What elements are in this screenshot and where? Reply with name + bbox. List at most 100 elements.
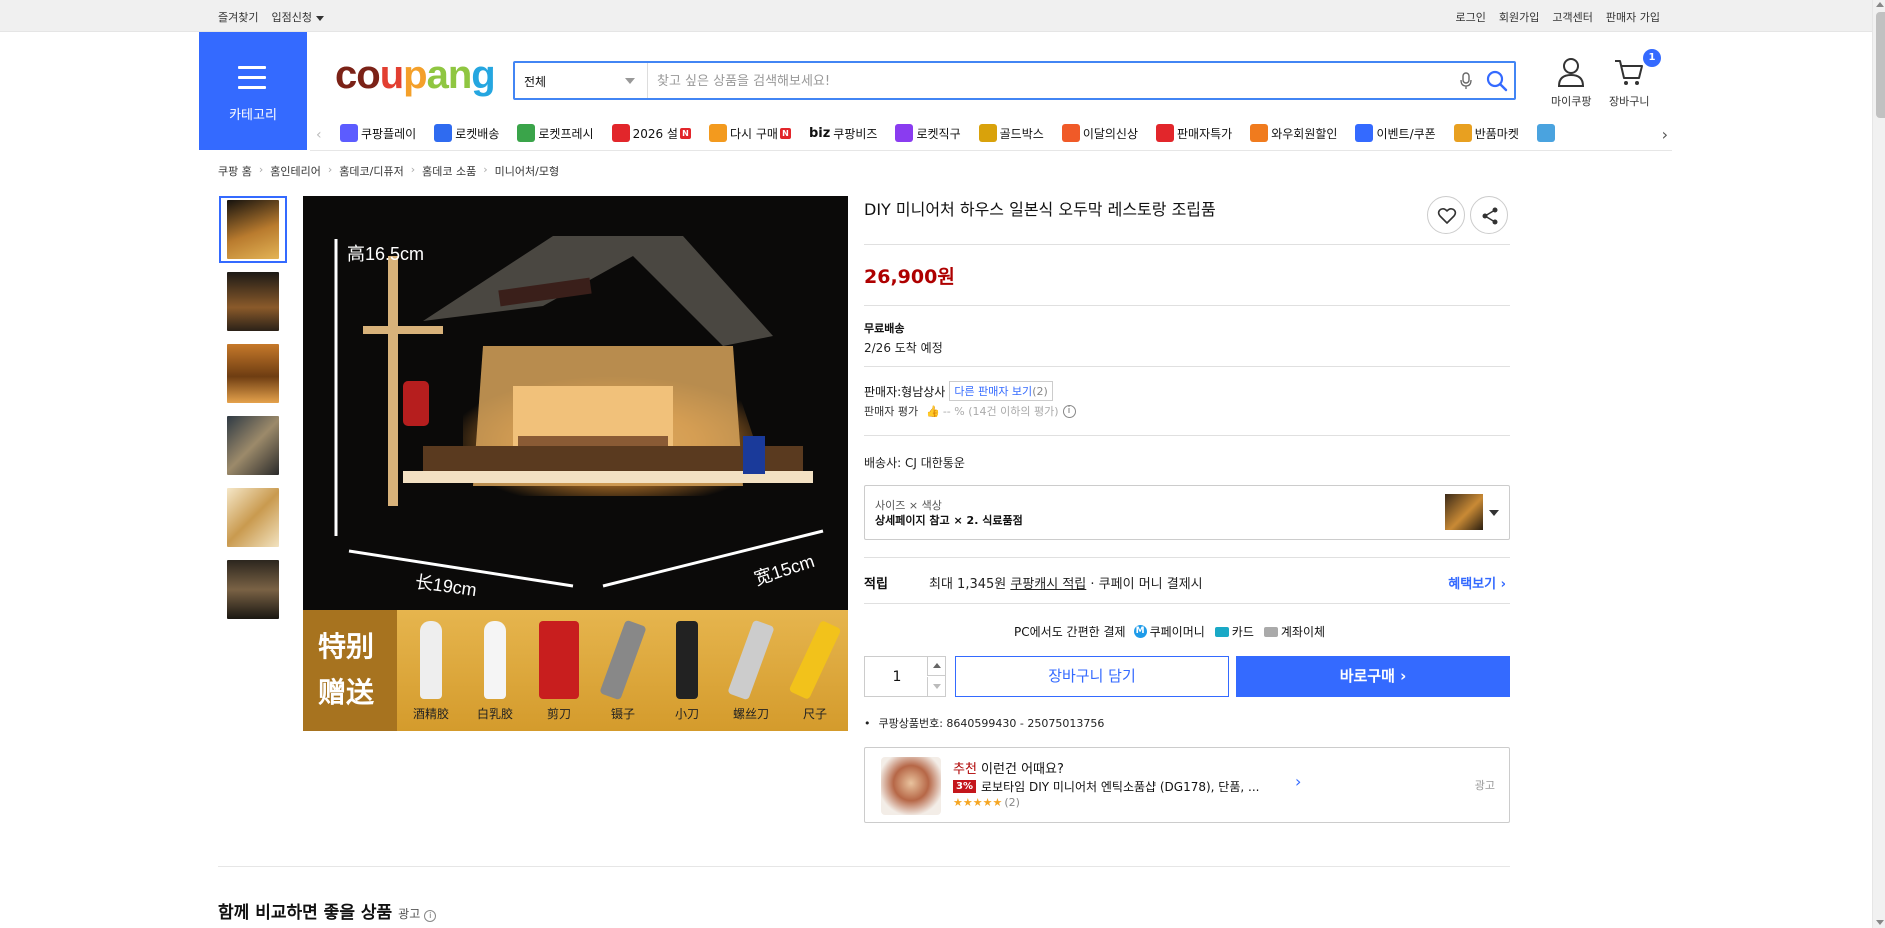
nav-item-label: 로켓프레시 <box>538 126 594 141</box>
breadcrumb-item[interactable]: 홈인테리어 <box>270 163 321 179</box>
signup-link[interactable]: 회원가입 <box>1499 9 1539 25</box>
info-icon[interactable]: i <box>1062 404 1076 418</box>
tool-image <box>539 621 579 699</box>
heart-icon <box>1437 207 1457 224</box>
nav-item[interactable]: 이달의신상 <box>1061 124 1138 142</box>
nav-item[interactable]: 다시 구매 N <box>708 124 791 142</box>
review-count: (2) <box>1004 796 1020 809</box>
nav-item[interactable]: 골드박스 <box>978 124 1044 142</box>
cart-count-badge: 1 <box>1643 49 1661 67</box>
search-input[interactable] <box>657 70 1437 92</box>
nav-item[interactable]: 이벤트/쿠폰 <box>1355 124 1436 142</box>
vertical-scrollbar[interactable] <box>1872 0 1885 928</box>
tool-label: 剪刀 <box>546 707 571 721</box>
reward-amount: 최대 1,345원 <box>929 577 1007 592</box>
seller-signup-link[interactable]: 판매자 가입 <box>1606 9 1660 25</box>
utility-right: 로그인 회원가입 고객센터 판매자 가입 <box>1456 9 1660 25</box>
search-bar: 전체 <box>513 61 1516 100</box>
chevron-right-icon[interactable]: › <box>1295 772 1301 791</box>
nav-item[interactable]: 쿠팡플레이 <box>340 124 416 142</box>
thumbnail-4[interactable] <box>219 412 287 479</box>
microphone-icon[interactable] <box>1460 72 1472 90</box>
coupon-icon <box>1355 124 1374 142</box>
seller-rating-label: 판매자 평가 <box>864 405 919 418</box>
mycoupang-button[interactable]: 마이쿠팡 <box>1551 56 1591 109</box>
quantity-decrease-button[interactable] <box>927 677 945 696</box>
benefits-link[interactable]: 혜택보기 › <box>1448 573 1506 592</box>
buy-now-button[interactable]: 바로구매 › <box>1236 656 1510 697</box>
nav-item[interactable]: 판매자특가 <box>1156 124 1232 142</box>
wishlist-button[interactable] <box>1427 196 1465 234</box>
rocket-fresh-icon <box>517 124 536 142</box>
chevron-right-icon: › <box>258 163 264 176</box>
option-select[interactable]: 사이즈 × 색상 상세페이지 참고 × 2. 식료품점 <box>864 485 1510 540</box>
nav-item[interactable]: 로켓배송 <box>434 124 499 142</box>
category-menu-button[interactable]: 카테고리 <box>199 32 307 150</box>
search-icon[interactable] <box>1485 69 1509 93</box>
thumbnail-list <box>219 196 287 628</box>
special-label: 特别 <box>318 630 375 663</box>
nav-item[interactable]: 로켓직구 <box>895 124 961 142</box>
recommendation-card[interactable]: 추천 이런건 어때요? 3% 로보타임 DIY 미니어처 엔틱소품샵 (DG17… <box>864 747 1510 823</box>
seller-name-link[interactable]: 형남상사 <box>901 383 945 400</box>
nav-next-icon[interactable]: › <box>1662 125 1668 144</box>
breadcrumb-item[interactable]: 쿠팡 홈 <box>218 163 252 179</box>
thumbnail-5[interactable] <box>219 484 287 551</box>
cart-button[interactable]: 장바구니 <box>1609 56 1649 109</box>
breadcrumb-item[interactable]: 미니어처/모형 <box>495 163 559 179</box>
tool-item: 剪刀 <box>531 621 587 722</box>
nav-prev-icon[interactable]: ‹ <box>316 127 322 143</box>
tool-item: 白乳胶 <box>467 621 523 722</box>
nav-item[interactable]: 반품마켓 <box>1453 124 1519 142</box>
nav-item-label: 로켓배송 <box>455 126 500 141</box>
share-button[interactable] <box>1470 196 1508 234</box>
logo-letter: a <box>426 53 449 97</box>
thumbnail-3[interactable] <box>219 340 287 407</box>
quantity-input[interactable] <box>866 658 928 695</box>
scrollbar-thumb[interactable] <box>1876 12 1885 118</box>
nav-item-label: 쿠팡플레이 <box>361 126 417 141</box>
nav-item[interactable]: 로켓프레시 <box>517 124 594 142</box>
customer-center-link[interactable]: 고객센터 <box>1552 9 1592 25</box>
coupang-cash-link[interactable]: 쿠팡캐시 적립 <box>1010 577 1086 592</box>
main-product-image[interactable]: 高16.5cm 长19cm 宽15cm 特别 赠送 酒精胶 白乳胶 剪刀 镊子 小刀 螺丝刀… <box>303 196 848 731</box>
add-to-cart-button[interactable]: 장바구니 담기 <box>955 656 1229 697</box>
thumbnail-1[interactable] <box>219 196 287 263</box>
utility-bar: 즐겨찾기 입점신청 로그인 회원가입 고객센터 판매자 가입 <box>0 0 1872 32</box>
scroll-up-arrow-icon[interactable] <box>1876 2 1884 7</box>
info-icon[interactable]: i <box>424 910 437 922</box>
scroll-down-arrow-icon[interactable] <box>1876 920 1884 925</box>
nav-item[interactable]: 2026 설N <box>611 124 691 142</box>
carrier-info: 배송사: CJ 대한통운 <box>864 456 965 470</box>
tool-item: 酒精胶 <box>403 621 459 722</box>
nav-item[interactable]: biz 쿠팡비즈 <box>809 124 878 142</box>
seller-prefix: 판매자: <box>864 384 902 399</box>
nav-item[interactable]: 와우회원할인 <box>1250 124 1337 142</box>
repurchase-icon <box>708 124 727 142</box>
ad-label: 광고 <box>1474 779 1495 792</box>
thumbnail-6[interactable] <box>219 556 287 623</box>
cart-icon <box>1615 60 1644 85</box>
nav-item[interactable] <box>1536 124 1558 142</box>
quantity-stepper <box>864 656 946 697</box>
quantity-increase-button[interactable] <box>927 657 945 676</box>
seller-apply-link[interactable]: 입점신청 <box>271 9 324 25</box>
more-icon <box>1536 124 1555 142</box>
logo-letter: n <box>447 53 472 97</box>
coupang-logo[interactable]: coupang <box>335 53 496 97</box>
bookmark-link[interactable]: 즐겨찾기 <box>218 9 258 25</box>
seller-apply-label: 입점신청 <box>271 11 312 24</box>
pay-coupay: 쿠페이머니 <box>1149 625 1205 639</box>
tool-item: 镊子 <box>595 619 651 722</box>
other-sellers-button[interactable]: 다른 판매자 보기(2) <box>949 381 1053 401</box>
login-link[interactable]: 로그인 <box>1456 9 1486 25</box>
breadcrumb-item[interactable]: 홈데코/디퓨저 <box>339 163 403 179</box>
chevron-right-icon: › <box>483 163 488 176</box>
divider <box>218 866 1510 867</box>
logo-letter: o <box>356 53 380 97</box>
new-bag-icon <box>1061 124 1080 142</box>
breadcrumb-item[interactable]: 홈데코 소품 <box>422 163 476 179</box>
nav-item-label: 쿠팡비즈 <box>833 126 878 141</box>
thumbnail-2[interactable] <box>219 268 287 335</box>
search-category-select[interactable]: 전체 <box>515 63 648 98</box>
